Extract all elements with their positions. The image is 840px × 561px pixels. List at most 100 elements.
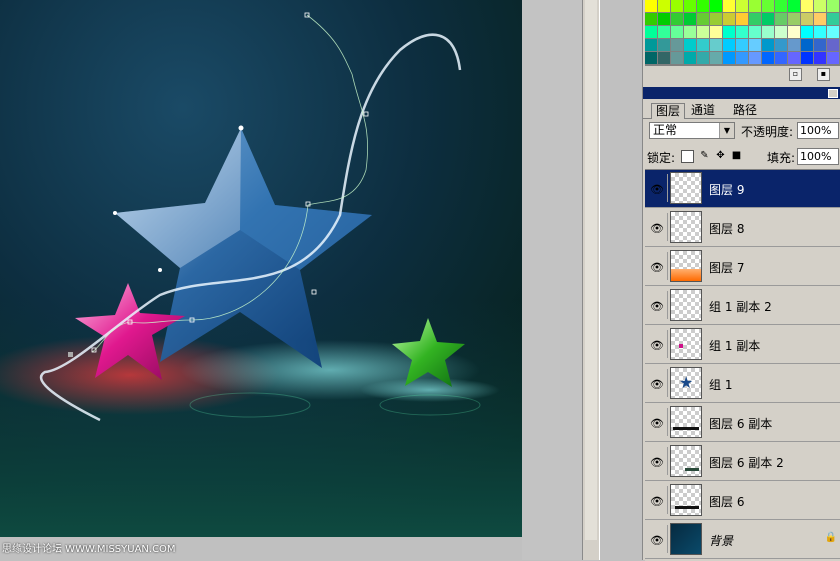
blend-mode-select[interactable]: 正常 ▼: [649, 122, 735, 139]
swatch[interactable]: [723, 26, 735, 38]
swatch[interactable]: [645, 13, 657, 25]
swatch[interactable]: [788, 26, 800, 38]
swatch[interactable]: [814, 26, 826, 38]
swatch[interactable]: [788, 0, 800, 12]
swatch[interactable]: [775, 0, 787, 12]
swatch[interactable]: [801, 39, 813, 51]
swatch[interactable]: [645, 39, 657, 51]
swatch[interactable]: [658, 39, 670, 51]
swatch[interactable]: [814, 13, 826, 25]
eye-icon[interactable]: 👁: [647, 252, 668, 280]
layer-row[interactable]: 👁 图层 6 副本: [645, 404, 840, 442]
eye-icon[interactable]: 👁: [647, 213, 668, 241]
swatch[interactable]: [736, 0, 748, 12]
swatch[interactable]: [671, 52, 683, 64]
swatch[interactable]: [684, 52, 696, 64]
swatch[interactable]: [645, 52, 657, 64]
swatch[interactable]: [749, 13, 761, 25]
swatch[interactable]: [710, 26, 722, 38]
layer-row[interactable]: 👁 组 1 副本 2: [645, 287, 840, 325]
swatch[interactable]: [658, 26, 670, 38]
layer-row[interactable]: 👁 图层 6 副本 2: [645, 443, 840, 481]
swatch[interactable]: [749, 26, 761, 38]
trash-icon[interactable]: ▪: [817, 68, 830, 81]
layer-row[interactable]: 👁 背景 🔒: [645, 521, 840, 559]
layer-row[interactable]: 👁 图层 7: [645, 248, 840, 286]
swatch[interactable]: [788, 13, 800, 25]
swatch[interactable]: [723, 0, 735, 12]
vertical-scrollbar[interactable]: [582, 0, 600, 560]
swatch[interactable]: [762, 39, 774, 51]
eye-icon[interactable]: 👁: [647, 330, 668, 358]
swatch[interactable]: [814, 39, 826, 51]
layer-row[interactable]: 👁 图层 6: [645, 482, 840, 520]
fill-field[interactable]: 100%: [797, 148, 839, 165]
swatch[interactable]: [658, 52, 670, 64]
swatch[interactable]: [697, 0, 709, 12]
swatch[interactable]: [710, 13, 722, 25]
swatch[interactable]: [710, 39, 722, 51]
swatch[interactable]: [736, 39, 748, 51]
swatch[interactable]: [749, 52, 761, 64]
lock-icon[interactable]: ■: [731, 150, 742, 161]
swatch[interactable]: [762, 0, 774, 12]
swatch[interactable]: [775, 52, 787, 64]
swatch[interactable]: [814, 52, 826, 64]
eye-icon[interactable]: 👁: [647, 369, 668, 397]
eye-icon[interactable]: 👁: [647, 525, 668, 553]
swatch[interactable]: [827, 0, 839, 12]
swatch[interactable]: [762, 26, 774, 38]
swatch[interactable]: [775, 39, 787, 51]
swatch[interactable]: [684, 26, 696, 38]
swatch[interactable]: [788, 52, 800, 64]
swatch[interactable]: [723, 52, 735, 64]
swatch[interactable]: [697, 26, 709, 38]
swatch[interactable]: [710, 0, 722, 12]
eye-icon[interactable]: 👁: [647, 291, 668, 319]
tab-layers[interactable]: 图层: [651, 103, 686, 119]
swatch[interactable]: [801, 52, 813, 64]
swatch[interactable]: [736, 26, 748, 38]
swatch[interactable]: [658, 13, 670, 25]
tab-channels[interactable]: 通道: [687, 103, 719, 118]
eye-icon[interactable]: 👁: [647, 174, 668, 202]
swatch[interactable]: [736, 13, 748, 25]
layer-row[interactable]: 👁 图层 9: [645, 170, 840, 208]
scrollbar-thumb[interactable]: [585, 0, 597, 540]
swatch[interactable]: [697, 13, 709, 25]
eye-icon[interactable]: 👁: [647, 486, 668, 514]
swatch[interactable]: [762, 13, 774, 25]
swatch[interactable]: [723, 13, 735, 25]
eye-icon[interactable]: 👁: [647, 447, 668, 475]
swatch[interactable]: [827, 26, 839, 38]
swatch[interactable]: [775, 26, 787, 38]
swatch[interactable]: [684, 39, 696, 51]
swatch[interactable]: [749, 39, 761, 51]
brush-icon[interactable]: ✎: [699, 150, 710, 161]
swatch[interactable]: [827, 39, 839, 51]
swatch[interactable]: [697, 52, 709, 64]
swatch[interactable]: [762, 52, 774, 64]
swatch[interactable]: [801, 13, 813, 25]
chevron-down-icon[interactable]: ▼: [719, 123, 734, 138]
eye-icon[interactable]: 👁: [647, 408, 668, 436]
swatch[interactable]: [684, 0, 696, 12]
new-swatch-icon[interactable]: ▫: [789, 68, 802, 81]
layer-row[interactable]: 👁 图层 8: [645, 209, 840, 247]
layer-row[interactable]: 👁 组 1 副本: [645, 326, 840, 364]
swatch[interactable]: [736, 52, 748, 64]
panel-titlebar[interactable]: [643, 87, 840, 99]
swatch[interactable]: [671, 0, 683, 12]
swatch[interactable]: [801, 0, 813, 12]
swatch[interactable]: [684, 13, 696, 25]
minimize-icon[interactable]: [828, 89, 838, 98]
swatch[interactable]: [723, 39, 735, 51]
move-icon[interactable]: ✥: [715, 150, 726, 161]
swatch[interactable]: [749, 0, 761, 12]
swatch[interactable]: [775, 13, 787, 25]
lock-transparency-icon[interactable]: [681, 150, 694, 163]
swatch[interactable]: [827, 13, 839, 25]
swatch[interactable]: [710, 52, 722, 64]
swatch[interactable]: [788, 39, 800, 51]
swatch[interactable]: [814, 0, 826, 12]
